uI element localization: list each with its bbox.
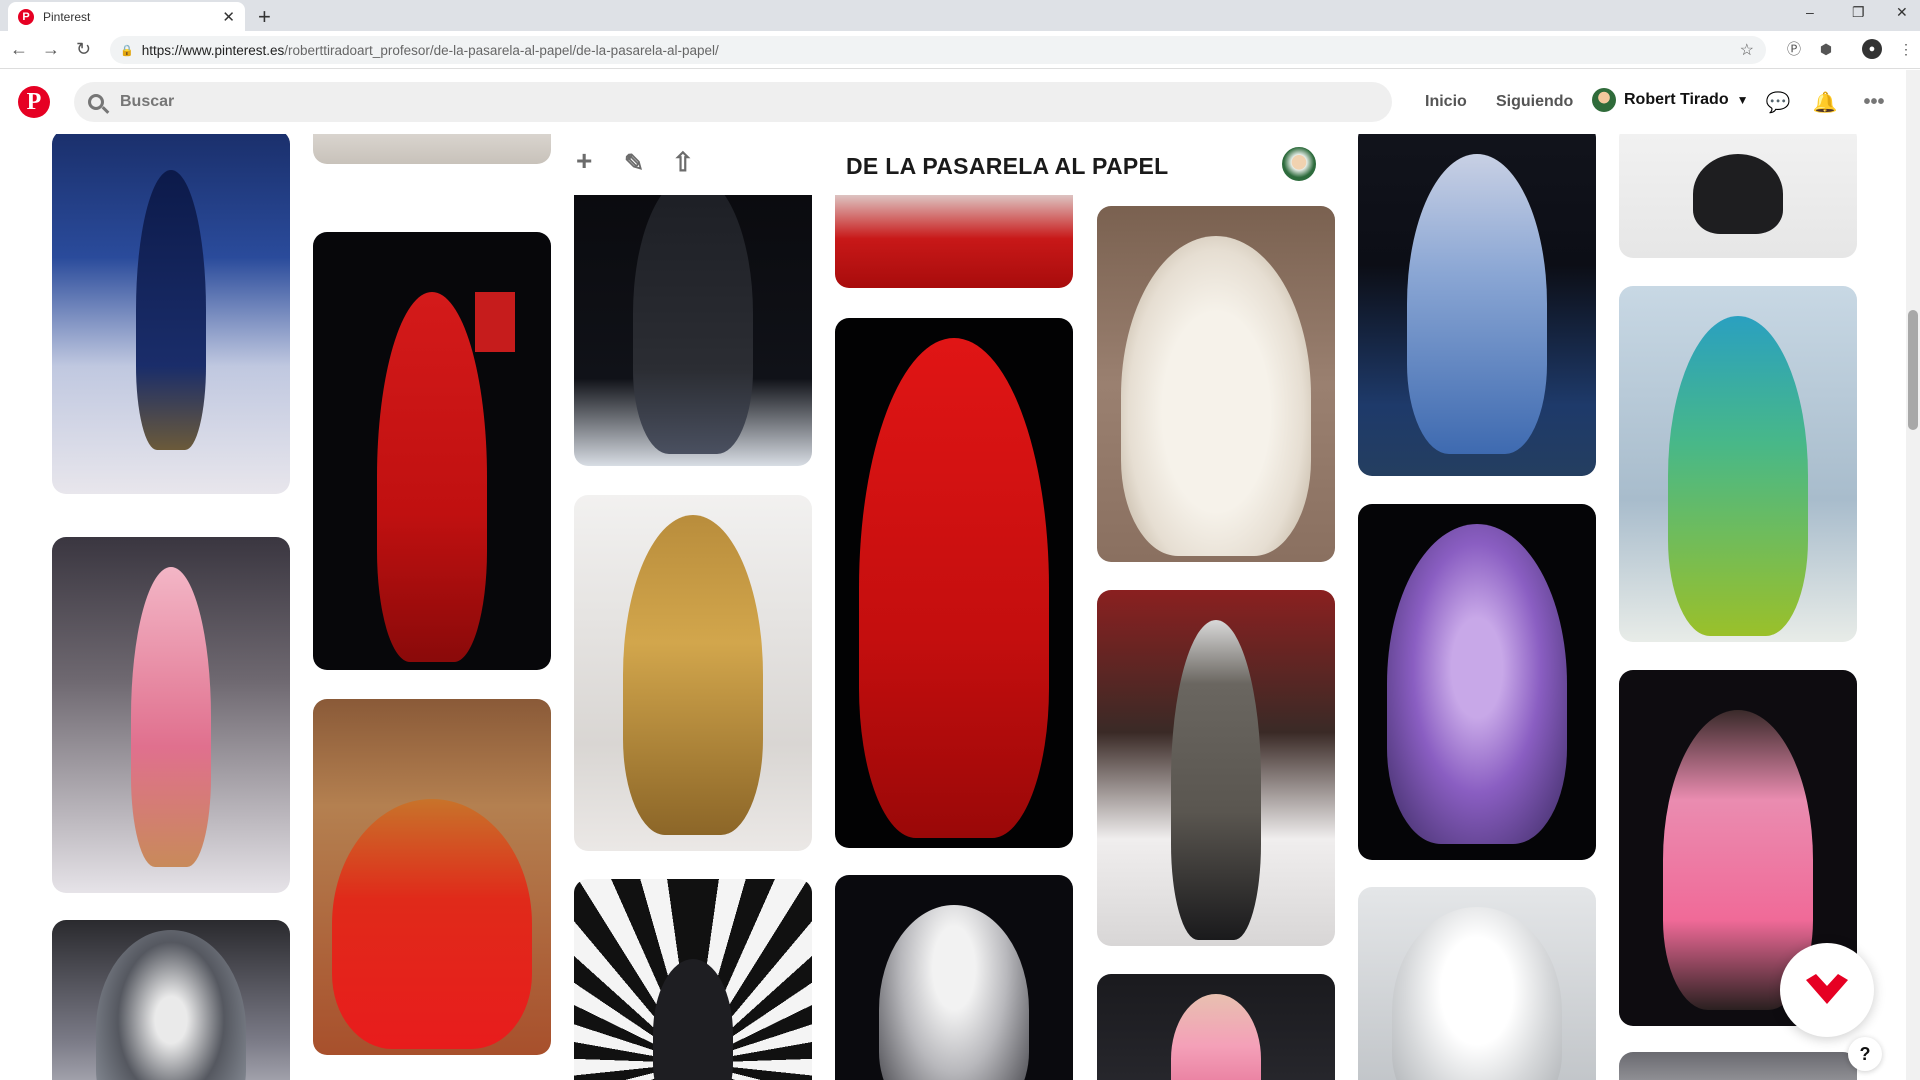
pin-image-detail bbox=[475, 292, 515, 352]
pinterest-logo-icon[interactable]: P bbox=[18, 86, 50, 118]
pin-card[interactable] bbox=[1097, 590, 1335, 946]
pin-image bbox=[859, 338, 1049, 838]
pin-image bbox=[653, 959, 733, 1080]
pin-card[interactable] bbox=[574, 879, 812, 1080]
pin-image bbox=[633, 174, 753, 454]
forward-arrow-icon[interactable]: → bbox=[42, 39, 60, 60]
window-close-button[interactable]: ✕ bbox=[1896, 4, 1908, 21]
pin-image bbox=[1387, 524, 1567, 844]
pin-image bbox=[879, 905, 1029, 1080]
pin-card[interactable] bbox=[835, 875, 1073, 1080]
pin-image bbox=[1121, 236, 1311, 556]
pin-card[interactable] bbox=[1619, 134, 1857, 258]
pin-card[interactable] bbox=[835, 318, 1073, 848]
profile-avatar-icon[interactable]: ● bbox=[1862, 39, 1882, 59]
browser-tabstrip: P Pinterest ✕ + – ❐ ✕ bbox=[0, 0, 1920, 31]
pin-image bbox=[1392, 907, 1562, 1080]
search-icon bbox=[88, 94, 104, 110]
more-options-icon[interactable]: ••• bbox=[1862, 90, 1886, 114]
browser-toolbar: ← → ↻ 🔒 https://www.pinterest.es/robertt… bbox=[0, 31, 1920, 69]
pin-card[interactable] bbox=[313, 232, 551, 670]
pin-image bbox=[136, 170, 206, 450]
pin-image bbox=[1171, 994, 1261, 1080]
heart-chevron-icon bbox=[1806, 974, 1848, 1004]
pin-card[interactable] bbox=[52, 537, 290, 893]
reload-icon[interactable]: ↻ bbox=[76, 39, 91, 60]
browser-tab[interactable]: P Pinterest ✕ bbox=[8, 2, 245, 31]
user-profile-button[interactable]: Robert Tirado ▼ bbox=[1592, 88, 1749, 112]
share-icon[interactable]: ⇧ bbox=[672, 147, 694, 178]
url-text: https://www.pinterest.es/roberttiradoart… bbox=[142, 43, 719, 58]
pin-card[interactable] bbox=[1619, 1052, 1857, 1080]
pin-card[interactable] bbox=[1358, 134, 1596, 476]
scrollbar-thumb[interactable] bbox=[1908, 310, 1918, 430]
notifications-bell-icon[interactable]: 🔔 bbox=[1813, 90, 1838, 114]
messages-icon[interactable]: 💬 bbox=[1766, 90, 1791, 114]
pin-card[interactable] bbox=[1097, 974, 1335, 1080]
board-owner-avatar[interactable] bbox=[1280, 145, 1318, 183]
back-arrow-icon[interactable]: ← bbox=[10, 39, 28, 60]
search-bar[interactable]: Buscar bbox=[74, 82, 1392, 122]
floating-logo-button[interactable] bbox=[1780, 943, 1874, 1037]
pin-card[interactable] bbox=[574, 174, 812, 466]
lock-icon: 🔒 bbox=[120, 44, 134, 57]
pin-card[interactable] bbox=[52, 134, 290, 494]
pin-grid bbox=[0, 134, 1920, 1080]
pin-image bbox=[131, 567, 211, 867]
pin-image bbox=[1407, 154, 1547, 454]
pin-card[interactable] bbox=[1619, 286, 1857, 642]
board-title: DE LA PASARELA AL PAPEL bbox=[846, 153, 1169, 179]
pin-card[interactable] bbox=[313, 699, 551, 1055]
pin-card[interactable] bbox=[1358, 504, 1596, 860]
extension-icon[interactable]: ⬢ bbox=[1816, 39, 1836, 59]
pin-image bbox=[1171, 620, 1261, 940]
browser-menu-icon[interactable]: ⋮ bbox=[1896, 39, 1916, 59]
pin-image bbox=[1668, 316, 1808, 636]
bookmark-star-icon[interactable]: ☆ bbox=[1740, 40, 1754, 60]
url-path: /roberttiradoart_profesor/de-la-pasarela… bbox=[284, 42, 719, 58]
window-minimize-button[interactable]: – bbox=[1806, 4, 1814, 20]
pin-image bbox=[96, 930, 246, 1080]
pinterest-favicon-icon: P bbox=[18, 8, 34, 25]
help-button[interactable]: ? bbox=[1848, 1037, 1882, 1071]
pin-image bbox=[377, 292, 487, 662]
board-header-bar: + ✎ ⇧ DE LA PASARELA AL PAPEL bbox=[560, 133, 1325, 195]
avatar bbox=[1592, 88, 1616, 112]
pin-card[interactable] bbox=[574, 495, 812, 851]
pin-image bbox=[623, 515, 763, 835]
pin-card[interactable] bbox=[52, 920, 290, 1080]
nav-following-link[interactable]: Siguiendo bbox=[1496, 93, 1573, 111]
tab-close-icon[interactable]: ✕ bbox=[222, 8, 235, 26]
pin-card[interactable] bbox=[313, 134, 551, 164]
address-bar[interactable]: 🔒 https://www.pinterest.es/roberttiradoa… bbox=[110, 36, 1766, 64]
edit-pencil-icon[interactable]: ✎ bbox=[624, 149, 644, 178]
chevron-down-icon: ▼ bbox=[1736, 93, 1749, 107]
url-host: https://www.pinterest.es bbox=[141, 42, 285, 58]
page-scrollbar[interactable] bbox=[1906, 70, 1920, 1080]
tab-title: Pinterest bbox=[43, 9, 91, 24]
new-tab-button[interactable]: + bbox=[258, 4, 271, 30]
user-name: Robert Tirado bbox=[1624, 91, 1729, 108]
pin-image bbox=[332, 799, 532, 1049]
pin-image bbox=[1693, 154, 1783, 234]
pinterest-header: P Buscar Inicio Siguiendo Robert Tirado … bbox=[0, 70, 1920, 134]
pin-card[interactable] bbox=[1358, 887, 1596, 1080]
pinterest-extension-icon[interactable]: Ⓟ bbox=[1784, 39, 1804, 59]
pin-card[interactable] bbox=[1097, 206, 1335, 562]
window-maximize-button[interactable]: ❐ bbox=[1852, 4, 1865, 21]
add-icon[interactable]: + bbox=[576, 145, 592, 177]
search-placeholder: Buscar bbox=[120, 93, 175, 110]
nav-home-link[interactable]: Inicio bbox=[1425, 93, 1467, 111]
